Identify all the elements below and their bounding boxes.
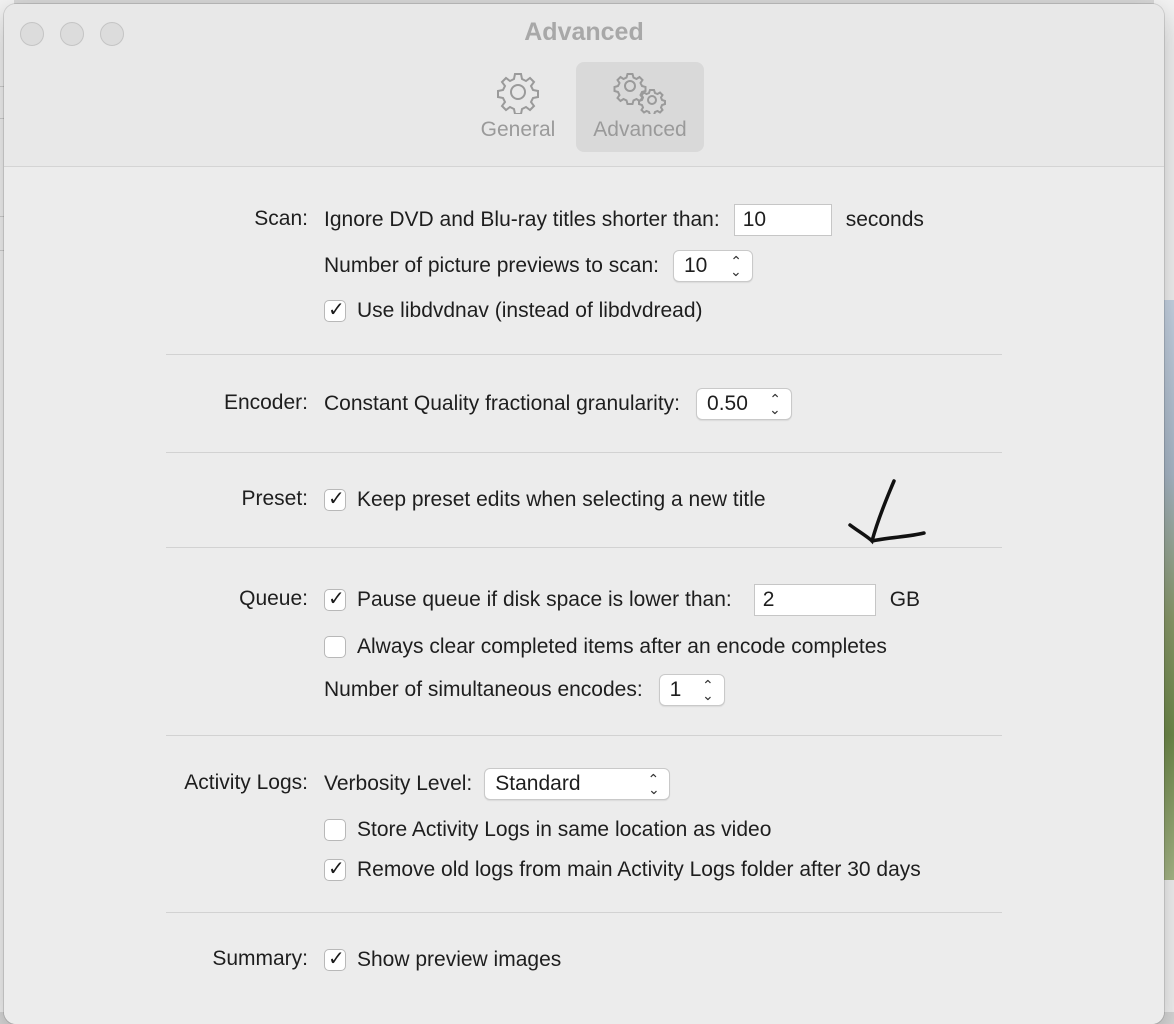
checkmark-icon: ✓ — [328, 948, 345, 970]
remove-logs-label: Remove old logs from main Activity Logs … — [357, 858, 921, 881]
gears-icon — [613, 73, 666, 114]
show-preview-label: Show preview images — [357, 948, 562, 971]
logs-store-row: Store Activity Logs in same location as … — [324, 813, 771, 847]
clear-completed-checkbox[interactable] — [324, 636, 346, 658]
queue-clear-row: Always clear completed items after an en… — [324, 630, 887, 664]
disk-space-field[interactable]: 2 — [753, 584, 876, 616]
gear-icon — [497, 73, 539, 114]
pause-queue-label: Pause queue if disk space is lower than: — [357, 588, 732, 611]
chevron-updown-icon: ⌃ ⌃ — [769, 391, 782, 417]
remove-logs-checkbox[interactable]: ✓ — [324, 858, 346, 881]
store-logs-checkbox[interactable] — [324, 819, 346, 841]
verbosity-label: Verbosity Level: — [324, 772, 473, 795]
libdvdnav-checkbox[interactable]: ✓ — [324, 299, 346, 322]
verbosity-value: Standard — [495, 772, 581, 795]
divider — [166, 735, 1002, 736]
previews-count-popup[interactable]: 10 ⌃ ⌃ — [672, 250, 753, 282]
chevron-updown-icon: ⌃ ⌃ — [701, 677, 714, 703]
queue-section-label: Queue: — [239, 587, 308, 610]
logs-verbosity-row: Verbosity Level: Standard ⌃ ⌃ — [324, 767, 671, 801]
summary-preview-row: ✓ Show preview images — [324, 943, 561, 977]
simultaneous-popup[interactable]: 1 ⌃ ⌃ — [658, 674, 725, 706]
clear-completed-label: Always clear completed items after an en… — [357, 635, 887, 658]
gb-unit-label: GB — [889, 588, 921, 611]
previews-count-value: 10 — [683, 254, 708, 277]
checkmark-icon: ✓ — [328, 588, 345, 610]
checkmark-icon: ✓ — [328, 858, 345, 880]
queue-simultaneous-row: Number of simultaneous encodes: 1 ⌃ ⌃ — [324, 673, 725, 707]
scan-previews-row: Number of picture previews to scan: 10 ⌃… — [324, 249, 753, 283]
preferences-content: Scan: Ignore DVD and Blu-ray titles shor… — [4, 167, 1164, 1024]
encoder-granularity-row: Constant Quality fractional granularity:… — [324, 387, 793, 421]
divider — [166, 547, 1002, 548]
scan-previews-label: Number of picture previews to scan: — [324, 254, 659, 277]
checkmark-icon: ✓ — [328, 488, 345, 510]
preset-keep-row: ✓ Keep preset edits when selecting a new… — [324, 483, 766, 517]
preferences-window: Advanced General Advanced Scan: Ignore D… — [4, 4, 1164, 1024]
scan-ignore-label: Ignore DVD and Blu-ray titles shorter th… — [324, 208, 720, 231]
show-preview-checkbox[interactable]: ✓ — [324, 948, 346, 971]
keep-preset-label: Keep preset edits when selecting a new t… — [357, 488, 766, 511]
libdvdnav-row: ✓ Use libdvdnav (instead of libdvdread) — [324, 294, 703, 328]
queue-pause-row: ✓ Pause queue if disk space is lower tha… — [324, 583, 920, 617]
ignore-seconds-field[interactable]: 10 — [733, 204, 832, 236]
tab-general[interactable]: General — [474, 62, 562, 152]
divider — [166, 452, 1002, 453]
seconds-unit-label: seconds — [845, 208, 924, 231]
logs-section-label: Activity Logs: — [184, 771, 308, 794]
title-bar: Advanced General Advanced — [4, 4, 1164, 167]
granularity-label: Constant Quality fractional granularity: — [324, 392, 681, 415]
keep-preset-checkbox[interactable]: ✓ — [324, 488, 346, 511]
pause-queue-checkbox[interactable]: ✓ — [324, 588, 346, 611]
logs-remove-row: ✓ Remove old logs from main Activity Log… — [324, 853, 921, 887]
simultaneous-label: Number of simultaneous encodes: — [324, 678, 643, 701]
divider — [166, 354, 1002, 355]
checkmark-icon: ✓ — [328, 299, 345, 321]
chevron-updown-icon: ⌃ ⌃ — [730, 253, 742, 279]
divider — [166, 912, 1002, 913]
handwritten-checkmark-annotation — [848, 479, 926, 545]
granularity-popup[interactable]: 0.50 ⌃ ⌃ — [696, 388, 793, 420]
scan-section-label: Scan: — [254, 207, 308, 230]
summary-section-label: Summary: — [212, 947, 308, 970]
tab-advanced[interactable]: Advanced — [576, 62, 704, 152]
libdvdnav-label: Use libdvdnav (instead of libdvdread) — [357, 299, 703, 322]
preset-section-label: Preset: — [241, 487, 308, 510]
granularity-value: 0.50 — [707, 392, 748, 415]
tab-general-label: General — [480, 118, 556, 141]
verbosity-popup[interactable]: Standard ⌃ ⌃ — [484, 768, 671, 800]
encoder-section-label: Encoder: — [223, 391, 308, 414]
simultaneous-value: 1 — [669, 678, 682, 701]
window-title: Advanced — [524, 18, 644, 46]
scan-ignore-row: Ignore DVD and Blu-ray titles shorter th… — [324, 203, 924, 237]
chevron-updown-icon: ⌃ ⌃ — [647, 771, 660, 797]
store-logs-label: Store Activity Logs in same location as … — [357, 818, 772, 841]
tab-advanced-label: Advanced — [593, 118, 687, 141]
